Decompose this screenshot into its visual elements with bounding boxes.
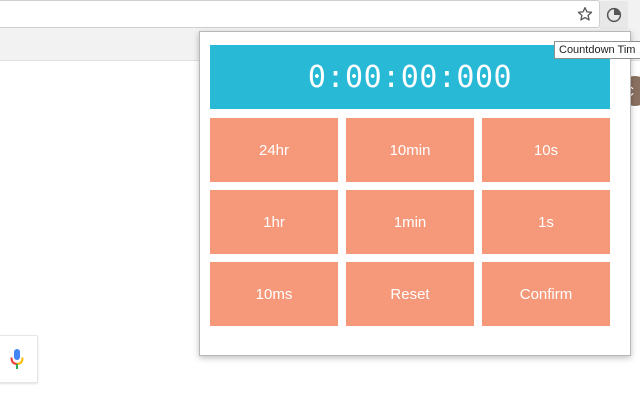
add-1s-button[interactable]: 1s [482, 190, 610, 254]
browser-window: C Countdown Tim 0:00:00:000 24hr 10min 1… [0, 0, 640, 400]
add-10s-button[interactable]: 10s [482, 118, 610, 182]
microphone-icon [10, 349, 24, 369]
add-1hr-button[interactable]: 1hr [210, 190, 338, 254]
browser-toolbar [0, 0, 640, 31]
add-10min-button[interactable]: 10min [346, 118, 474, 182]
voice-search-button[interactable] [0, 335, 38, 383]
clock-icon [606, 7, 622, 23]
countdown-timer-extension-button[interactable] [600, 1, 628, 29]
countdown-timer-popup: 0:00:00:000 24hr 10min 10s 1hr 1min 1s 1… [199, 31, 631, 356]
add-24hr-button[interactable]: 24hr [210, 118, 338, 182]
confirm-button[interactable]: Confirm [482, 262, 610, 326]
bookmark-star-glyph [577, 6, 593, 21]
timer-button-grid: 24hr 10min 10s 1hr 1min 1s 10ms Reset Co… [210, 118, 610, 326]
add-1min-button[interactable]: 1min [346, 190, 474, 254]
timer-display: 0:00:00:000 [210, 45, 610, 109]
add-10ms-button[interactable]: 10ms [210, 262, 338, 326]
address-bar[interactable] [0, 0, 600, 28]
reset-button[interactable]: Reset [346, 262, 474, 326]
star-icon[interactable] [574, 3, 596, 25]
extension-tooltip: Countdown Tim [554, 41, 640, 59]
